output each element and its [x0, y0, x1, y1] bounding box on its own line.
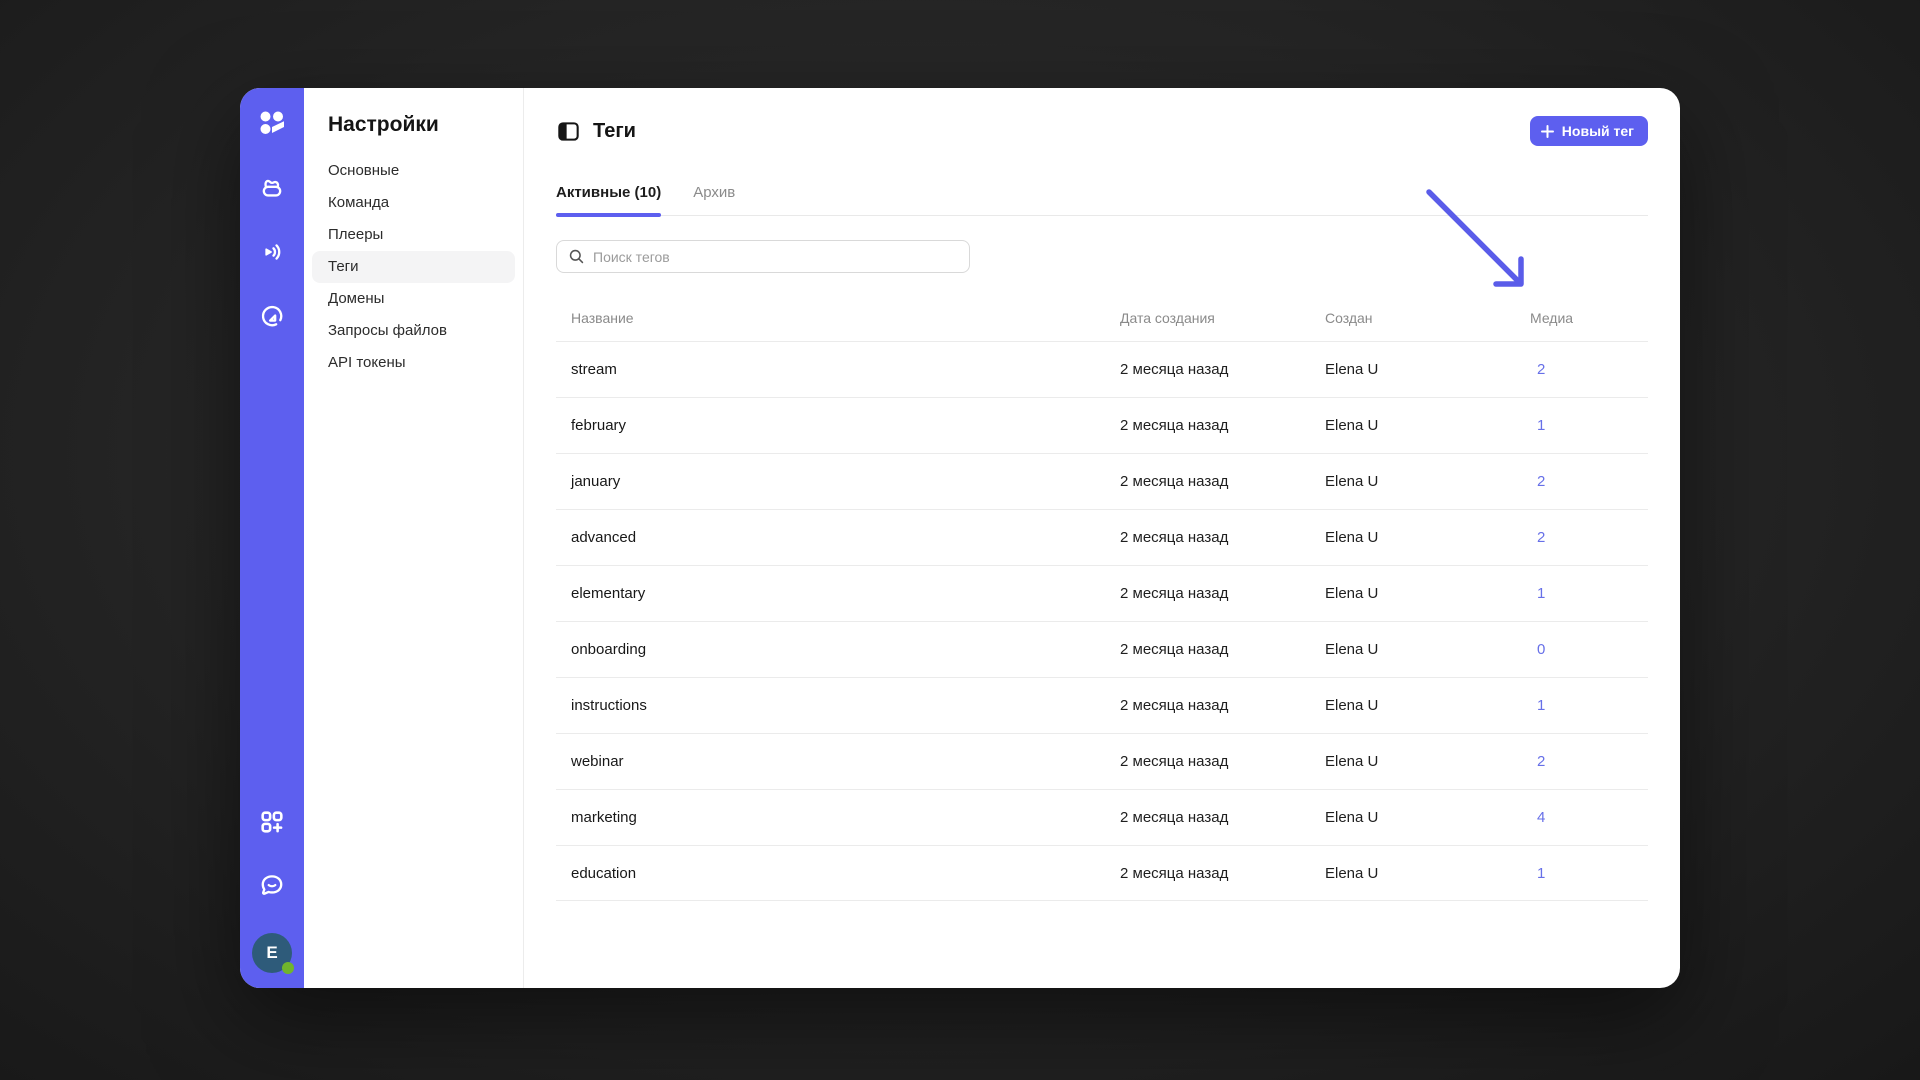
tab-bar: Активные (10) Архив [556, 184, 1648, 216]
tag-author: Elena U [1325, 865, 1530, 882]
plus-icon [1540, 124, 1555, 139]
tag-author: Elena U [1325, 361, 1530, 378]
col-name: Название [556, 310, 1120, 326]
settings-item-api-tokeny[interactable]: API токены [312, 347, 515, 379]
tag-author: Elena U [1325, 697, 1530, 714]
media-count-link[interactable]: 2 [1537, 753, 1545, 770]
tab-active-tags[interactable]: Активные (10) [556, 184, 661, 215]
avatar-initial: E [266, 943, 277, 963]
media-count-link[interactable]: 1 [1537, 697, 1545, 714]
media-count-link[interactable]: 2 [1537, 473, 1545, 490]
media-count-link[interactable]: 2 [1537, 361, 1545, 378]
live-stream-icon[interactable] [258, 238, 286, 266]
settings-title: Настройки [328, 112, 515, 138]
media-count-link[interactable]: 1 [1537, 585, 1545, 602]
tag-created-date: 2 месяца назад [1120, 529, 1325, 546]
media-count-link[interactable]: 1 [1537, 865, 1545, 882]
table-row[interactable]: stream 2 месяца назад Elena U 2 [556, 341, 1648, 397]
table-row[interactable]: advanced 2 месяца назад Elena U 2 [556, 509, 1648, 565]
analytics-icon[interactable] [258, 302, 286, 330]
tag-created-date: 2 месяца назад [1120, 865, 1325, 882]
tag-name: onboarding [556, 641, 1120, 658]
tag-created-date: 2 месяца назад [1120, 641, 1325, 658]
tag-name: january [556, 473, 1120, 490]
tag-name: february [556, 417, 1120, 434]
col-created: Дата создания [1120, 310, 1325, 326]
new-tag-button[interactable]: Новый тег [1530, 116, 1648, 146]
new-tag-button-label: Новый тег [1562, 123, 1634, 139]
tag-author: Elena U [1325, 585, 1530, 602]
settings-item-tegi[interactable]: Теги [312, 251, 515, 283]
table-body: stream 2 месяца назад Elena U 2 february… [556, 341, 1648, 901]
app-window: E Настройки Основные Команда Плееры Теги… [240, 88, 1680, 988]
videos-folder-icon[interactable] [258, 174, 286, 202]
tag-name: advanced [556, 529, 1120, 546]
tag-name: instructions [556, 697, 1120, 714]
tags-panel-icon [556, 119, 581, 144]
tag-created-date: 2 месяца назад [1120, 809, 1325, 826]
search-input[interactable] [593, 249, 958, 265]
settings-nav-list: Основные Команда Плееры Теги Домены Запр… [312, 155, 515, 379]
user-avatar[interactable]: E [252, 933, 292, 973]
tag-name: education [556, 865, 1120, 882]
tag-name: stream [556, 361, 1120, 378]
tag-created-date: 2 месяца назад [1120, 473, 1325, 490]
tag-author: Elena U [1325, 417, 1530, 434]
tag-author: Elena U [1325, 473, 1530, 490]
col-author: Создан [1325, 310, 1530, 326]
media-count-link[interactable]: 0 [1537, 641, 1545, 658]
tag-name: webinar [556, 753, 1120, 770]
icon-rail: E [240, 88, 304, 988]
tag-search[interactable] [556, 240, 970, 273]
tags-table: Название Дата создания Создан Медиа stre… [556, 295, 1648, 901]
settings-panel: Настройки Основные Команда Плееры Теги Д… [304, 88, 524, 988]
tag-name: marketing [556, 809, 1120, 826]
main-content: Теги Новый тег Активные (10) Архив [524, 88, 1680, 988]
media-count-link[interactable]: 1 [1537, 417, 1545, 434]
tag-author: Elena U [1325, 641, 1530, 658]
settings-item-komanda[interactable]: Команда [312, 187, 515, 219]
page-header: Теги Новый тег [556, 114, 1648, 148]
table-row[interactable]: february 2 месяца назад Elena U 1 [556, 397, 1648, 453]
search-icon [568, 248, 585, 265]
tag-author: Elena U [1325, 809, 1530, 826]
tag-author: Elena U [1325, 753, 1530, 770]
tag-created-date: 2 месяца назад [1120, 753, 1325, 770]
settings-item-osnovnye[interactable]: Основные [312, 155, 515, 187]
online-status-dot [282, 962, 294, 974]
table-row[interactable]: onboarding 2 месяца назад Elena U 0 [556, 621, 1648, 677]
table-row[interactable]: instructions 2 месяца назад Elena U 1 [556, 677, 1648, 733]
table-row[interactable]: education 2 месяца назад Elena U 1 [556, 845, 1648, 901]
table-row[interactable]: elementary 2 месяца назад Elena U 1 [556, 565, 1648, 621]
media-count-link[interactable]: 2 [1537, 529, 1545, 546]
tag-created-date: 2 месяца назад [1120, 585, 1325, 602]
kinescope-logo[interactable] [255, 106, 289, 140]
settings-item-pleery[interactable]: Плееры [312, 219, 515, 251]
table-row[interactable]: marketing 2 месяца назад Elena U 4 [556, 789, 1648, 845]
table-row[interactable]: january 2 месяца назад Elena U 2 [556, 453, 1648, 509]
table-header: Название Дата создания Создан Медиа [556, 295, 1648, 341]
chat-icon[interactable] [258, 871, 286, 899]
tab-archive[interactable]: Архив [693, 184, 735, 215]
settings-item-zaprosy-faylov[interactable]: Запросы файлов [312, 315, 515, 347]
tag-author: Elena U [1325, 529, 1530, 546]
page-title: Теги [593, 120, 636, 143]
tag-created-date: 2 месяца назад [1120, 417, 1325, 434]
settings-item-domeny[interactable]: Домены [312, 283, 515, 315]
apps-plus-icon[interactable] [258, 808, 286, 836]
table-row[interactable]: webinar 2 месяца назад Elena U 2 [556, 733, 1648, 789]
tag-created-date: 2 месяца назад [1120, 361, 1325, 378]
col-media: Медиа [1530, 310, 1648, 326]
tag-created-date: 2 месяца назад [1120, 697, 1325, 714]
media-count-link[interactable]: 4 [1537, 809, 1545, 826]
tag-name: elementary [556, 585, 1120, 602]
